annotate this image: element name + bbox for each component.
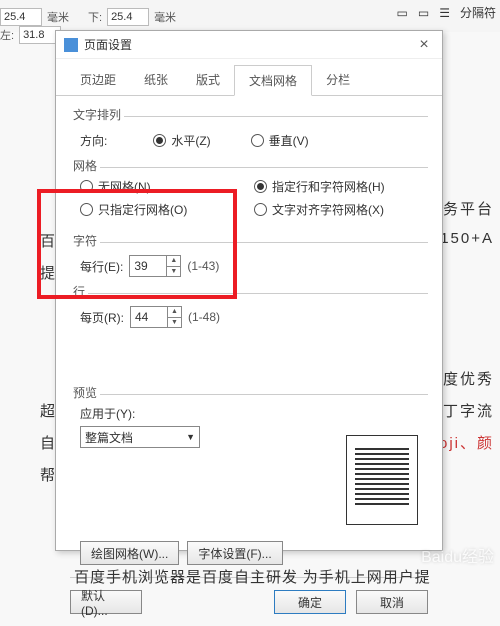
unit-label: 毫米 <box>47 9 69 25</box>
per-page-spinner[interactable]: ▲▼ <box>130 306 182 328</box>
radio-vertical[interactable]: 垂直(V) <box>251 132 309 149</box>
radio-horizontal[interactable]: 水平(Z) <box>153 132 210 149</box>
spin-down-icon[interactable]: ▼ <box>167 267 180 277</box>
tab-columns[interactable]: 分栏 <box>312 65 364 95</box>
toolbar-icon[interactable]: ☰ <box>439 6 450 20</box>
preview-thumbnail <box>346 435 418 525</box>
radio-no-grid[interactable]: 无网格(N) <box>80 178 214 195</box>
radio-align-char-grid[interactable]: 文字对齐字符网格(X) <box>254 201 388 218</box>
tab-layout[interactable]: 版式 <box>182 65 234 95</box>
toolbar-icon[interactable]: ▭ <box>397 6 408 20</box>
margin-bottom-label: 下: <box>88 9 102 25</box>
margin-top-value[interactable] <box>0 8 42 26</box>
group-lines: 行 <box>70 283 88 300</box>
spin-up-icon[interactable]: ▲ <box>167 256 180 267</box>
bg-text: 度优秀 <box>443 368 494 389</box>
group-text-arrange: 文字排列 <box>70 106 124 123</box>
toolbar-right: ▭ ▭ ☰ 分隔符 <box>397 4 496 21</box>
draw-grid-button[interactable]: 绘图网格(W)... <box>80 541 179 565</box>
per-line-spinner[interactable]: ▲▼ <box>129 255 181 277</box>
spin-up-icon[interactable]: ▲ <box>168 307 181 318</box>
per-page-label: 每页(R): <box>80 309 124 326</box>
per-page-input[interactable] <box>131 307 167 327</box>
tab-margins[interactable]: 页边距 <box>66 65 130 95</box>
bg-text: 150+A <box>440 230 494 247</box>
per-line-label: 每行(E): <box>80 258 123 275</box>
per-line-input[interactable] <box>130 256 166 276</box>
cancel-button[interactable]: 取消 <box>356 590 428 614</box>
per-page-range: (1-48) <box>188 310 220 324</box>
radio-line-grid[interactable]: 只指定行网格(O) <box>80 201 214 218</box>
group-grid: 网格 <box>70 157 100 174</box>
per-line-range: (1-43) <box>187 259 219 273</box>
close-icon[interactable]: × <box>414 36 434 54</box>
group-chars: 字符 <box>70 232 100 249</box>
page-setup-dialog: 页面设置 × 页边距 纸张 版式 文档网格 分栏 文字排列 方向: 水平(Z) … <box>55 30 443 551</box>
background-paragraph: 百度手机浏览器是百度自主研发 为手机上网用户提 <box>74 566 431 587</box>
chevron-down-icon: ▼ <box>186 432 195 442</box>
bg-text: 丁字流 <box>443 400 494 421</box>
watermark: Baidu经验 <box>421 543 494 567</box>
bg-text: 务平台 <box>443 198 494 219</box>
dialog-title: 页面设置 <box>84 36 132 53</box>
default-button[interactable]: 默认(D)... <box>70 590 142 614</box>
dialog-icon <box>64 38 78 52</box>
tab-paper[interactable]: 纸张 <box>130 65 182 95</box>
tab-bar: 页边距 纸张 版式 文档网格 分栏 <box>56 59 442 96</box>
margin-left-label: 左: <box>0 27 14 43</box>
ok-button[interactable]: 确定 <box>274 590 346 614</box>
margin-bottom-value[interactable] <box>107 8 149 26</box>
unit-label: 毫米 <box>154 9 176 25</box>
apply-to-label: 应用于(Y): <box>80 405 200 422</box>
apply-to-select[interactable]: 整篇文档 ▼ <box>80 426 200 448</box>
radio-line-char-grid[interactable]: 指定行和字符网格(H) <box>254 178 388 195</box>
group-preview: 预览 <box>70 384 100 401</box>
tab-document-grid[interactable]: 文档网格 <box>234 65 312 96</box>
font-settings-button[interactable]: 字体设置(F)... <box>187 541 282 565</box>
toolbar-icon[interactable]: ▭ <box>418 6 429 20</box>
direction-label: 方向: <box>80 132 107 149</box>
spin-down-icon[interactable]: ▼ <box>168 318 181 328</box>
separator-label[interactable]: 分隔符 <box>460 4 496 21</box>
